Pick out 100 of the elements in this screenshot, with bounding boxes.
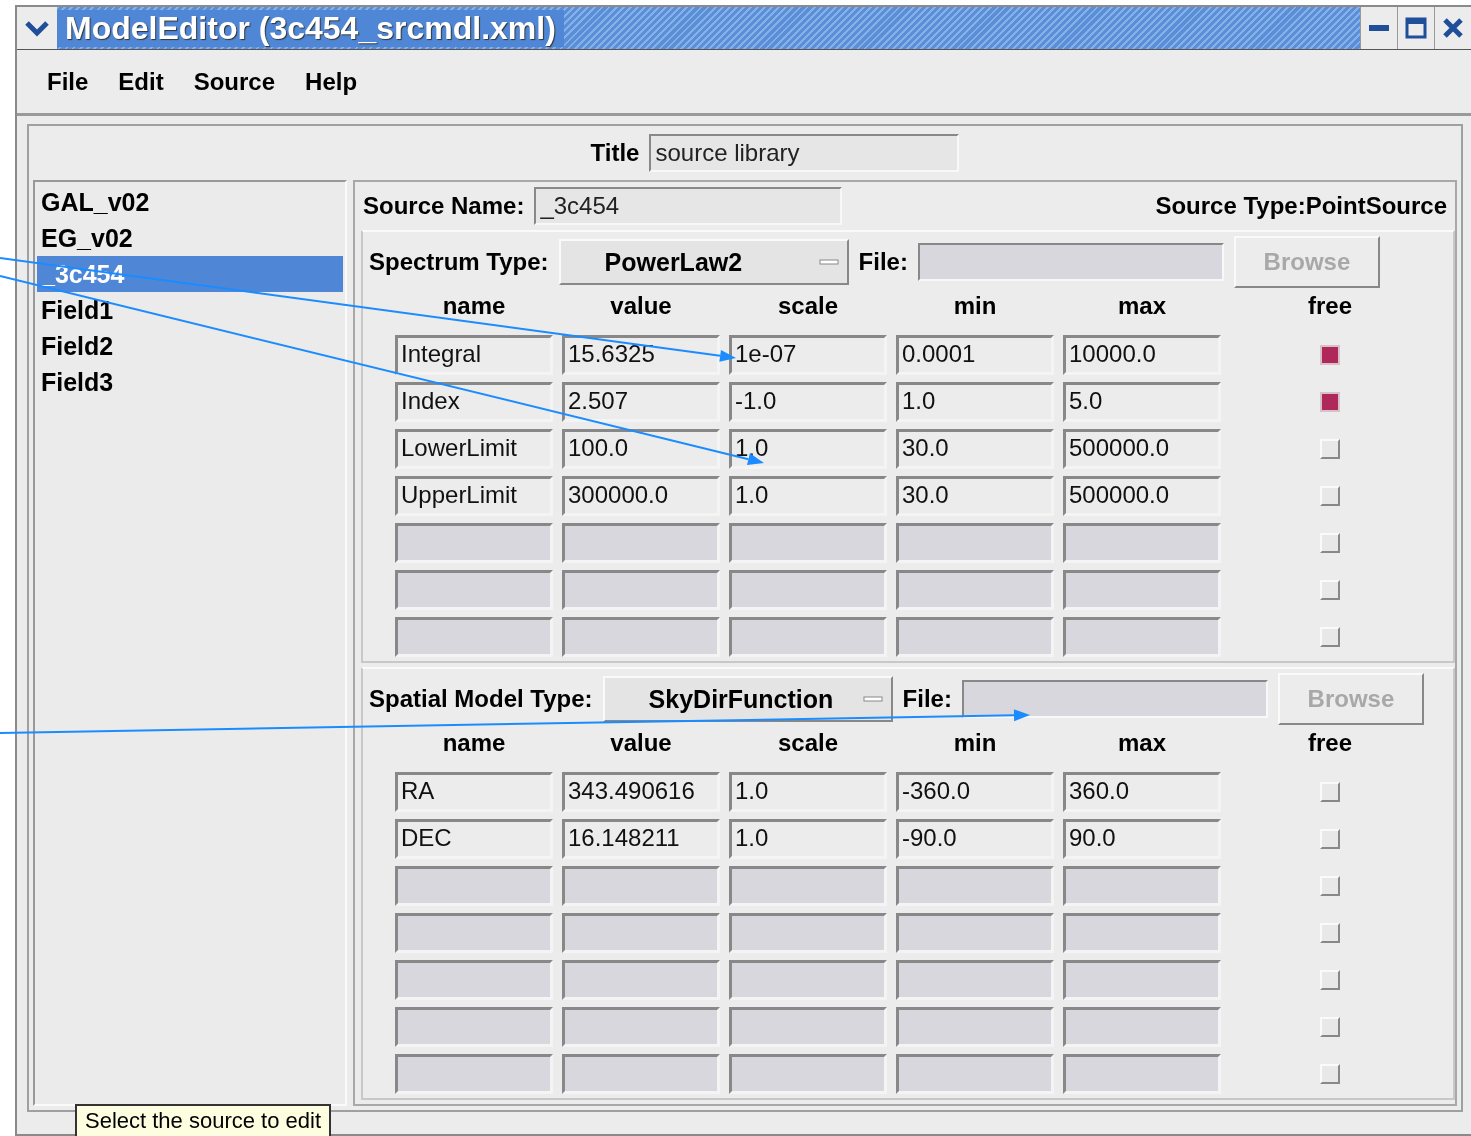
table-cell[interactable]: 1.0 — [729, 429, 887, 469]
table-cell[interactable] — [1063, 866, 1221, 906]
column-header: max — [1116, 729, 1167, 758]
close-icon[interactable] — [1442, 17, 1464, 39]
table-cell[interactable]: LowerLimit — [395, 429, 553, 469]
table-cell[interactable]: 5.0 — [1063, 382, 1221, 422]
table-cell[interactable]: 300000.0 — [562, 476, 720, 516]
table-cell[interactable]: 100.0 — [562, 429, 720, 469]
table-cell[interactable] — [1063, 523, 1221, 563]
free-checkbox[interactable] — [1320, 345, 1340, 365]
chevron-icon[interactable] — [24, 19, 50, 37]
table-cell[interactable] — [1063, 617, 1221, 657]
table-cell[interactable] — [896, 866, 1054, 906]
minimize-icon[interactable] — [1368, 24, 1390, 32]
table-cell[interactable]: UpperLimit — [395, 476, 553, 516]
table-cell[interactable] — [562, 523, 720, 563]
table-cell[interactable] — [562, 1054, 720, 1094]
column-header: value — [609, 729, 673, 758]
table-cell[interactable] — [729, 570, 887, 610]
table-cell[interactable] — [729, 1007, 887, 1047]
table-cell[interactable] — [729, 913, 887, 953]
table-cell[interactable]: 1.0 — [896, 382, 1054, 422]
table-cell[interactable] — [896, 913, 1054, 953]
table-cell[interactable]: 10000.0 — [1063, 335, 1221, 375]
column-header: scale — [776, 292, 840, 321]
table-cell[interactable]: 1.0 — [729, 819, 887, 859]
column-header: name — [441, 292, 507, 321]
list-item[interactable]: EG_v02 — [37, 220, 343, 256]
title-label: Title — [590, 139, 640, 167]
list-item[interactable]: GAL_v02 — [37, 184, 343, 220]
table-cell[interactable]: 1.0 — [729, 772, 887, 812]
column-header: name — [441, 729, 507, 758]
source-name-field[interactable]: _3c454 — [534, 187, 843, 225]
table-cell[interactable] — [896, 960, 1054, 1000]
table-cell[interactable] — [1063, 1007, 1221, 1047]
table-cell[interactable] — [729, 523, 887, 563]
table-cell[interactable] — [729, 617, 887, 657]
table-cell[interactable] — [562, 913, 720, 953]
file-label: File: — [858, 248, 908, 276]
table-cell[interactable] — [1063, 960, 1221, 1000]
table-cell[interactable] — [896, 617, 1054, 657]
title-field[interactable]: source library — [649, 134, 960, 172]
table-cell[interactable]: 2.507 — [562, 382, 720, 422]
table-cell[interactable]: 500000.0 — [1063, 429, 1221, 469]
table-cell[interactable] — [896, 570, 1054, 610]
table-cell[interactable]: Index — [395, 382, 553, 422]
table-cell[interactable]: Integral — [395, 335, 553, 375]
table-cell[interactable]: -1.0 — [729, 382, 887, 422]
table-cell[interactable]: 500000.0 — [1063, 476, 1221, 516]
table-cell[interactable]: -90.0 — [896, 819, 1054, 859]
list-item[interactable]: Field3 — [37, 364, 343, 400]
table-cell[interactable] — [562, 617, 720, 657]
table-cell[interactable]: 15.6325 — [562, 335, 720, 375]
table-cell[interactable]: RA — [395, 772, 553, 812]
menu-item[interactable]: File — [35, 61, 107, 102]
table-cell[interactable]: 30.0 — [896, 476, 1054, 516]
table-cell[interactable] — [562, 570, 720, 610]
table-cell[interactable]: 16.148211 — [562, 819, 720, 859]
table-cell[interactable] — [729, 866, 887, 906]
table-cell[interactable] — [729, 960, 887, 1000]
table-cell[interactable] — [1063, 913, 1221, 953]
source-type-label: Source Type:PointSource — [1155, 192, 1447, 220]
dropdown-icon — [818, 258, 839, 266]
table-cell[interactable]: 30.0 — [896, 429, 1054, 469]
table-cell[interactable]: 1.0 — [729, 476, 887, 516]
type-label: Spectrum Type: — [369, 248, 549, 276]
table-cell[interactable] — [562, 1007, 720, 1047]
type-dropdown[interactable]: SkyDirFunction — [602, 676, 893, 722]
type-label: Spatial Model Type: — [369, 685, 593, 713]
column-header: max — [1116, 292, 1167, 321]
table-cell[interactable] — [896, 523, 1054, 563]
list-item[interactable]: Field2 — [37, 328, 343, 364]
column-header: min — [952, 292, 998, 321]
table-cell[interactable]: 360.0 — [1063, 772, 1221, 812]
free-checkbox[interactable] — [1320, 392, 1340, 412]
table-cell[interactable]: 0.0001 — [896, 335, 1054, 375]
table-cell[interactable]: 1e-07 — [729, 335, 887, 375]
dropdown-icon — [862, 695, 883, 703]
column-header: scale — [776, 729, 840, 758]
source-name-label: Source Name: — [363, 192, 525, 220]
table-cell[interactable] — [562, 960, 720, 1000]
maximize-icon[interactable] — [1405, 17, 1427, 39]
column-header: free — [1307, 292, 1353, 321]
table-cell[interactable]: 90.0 — [1063, 819, 1221, 859]
table-cell[interactable]: DEC — [395, 819, 553, 859]
column-header: free — [1307, 729, 1353, 758]
table-cell[interactable] — [562, 866, 720, 906]
table-cell[interactable] — [896, 1054, 1054, 1094]
table-cell[interactable]: 343.490616 — [562, 772, 720, 812]
list-item[interactable]: Field1 — [37, 292, 343, 328]
menu-item[interactable]: Edit — [106, 61, 182, 102]
menu-item[interactable]: Source — [181, 61, 294, 102]
column-header: value — [609, 292, 673, 321]
table-cell[interactable] — [729, 1054, 887, 1094]
menu-item[interactable]: Help — [293, 61, 376, 102]
type-dropdown[interactable]: PowerLaw2 — [558, 239, 849, 285]
table-cell[interactable] — [1063, 570, 1221, 610]
table-cell[interactable] — [896, 1007, 1054, 1047]
table-cell[interactable]: -360.0 — [896, 772, 1054, 812]
table-cell[interactable] — [1063, 1054, 1221, 1094]
